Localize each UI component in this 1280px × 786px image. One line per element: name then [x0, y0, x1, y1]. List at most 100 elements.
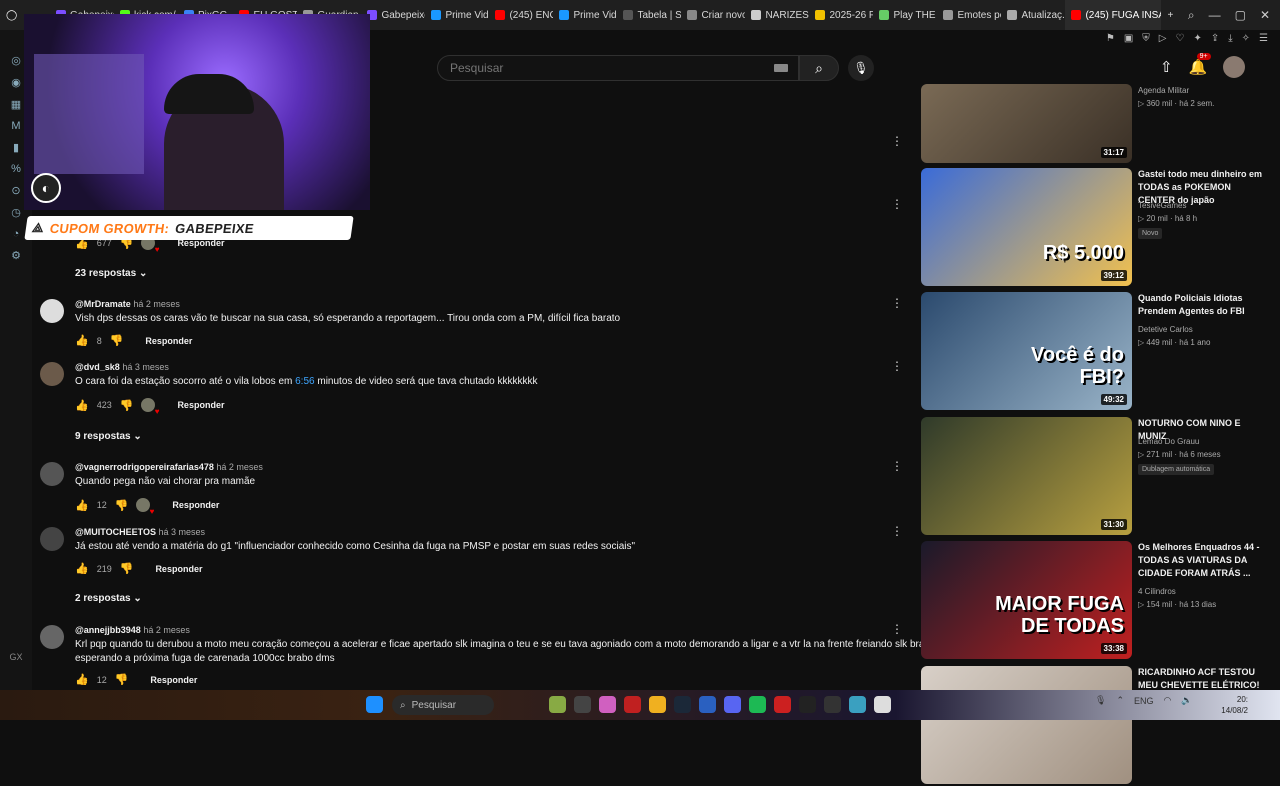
- channel-name[interactable]: TesiveGames: [1138, 201, 1186, 210]
- dislike-icon[interactable]: 👎: [115, 499, 129, 512]
- avatar[interactable]: [40, 362, 64, 386]
- download-icon[interactable]: ⤓: [1228, 33, 1232, 44]
- opera-icon[interactable]: [624, 696, 641, 713]
- extensions-icon[interactable]: ✦: [1193, 33, 1201, 44]
- steam-icon[interactable]: [674, 696, 691, 713]
- comment-time[interactable]: há 2 meses: [216, 462, 263, 472]
- chrome-icon[interactable]: [874, 696, 891, 713]
- obs-icon[interactable]: [824, 696, 841, 713]
- chevron-up-icon[interactable]: ⌃: [1116, 695, 1124, 706]
- more-options-icon[interactable]: ⋮: [891, 524, 903, 538]
- reply-button[interactable]: Responder: [155, 564, 202, 574]
- like-icon[interactable]: 👍: [75, 399, 89, 412]
- replies-toggle[interactable]: 23 respostas ⌄: [75, 268, 147, 279]
- browser-tab[interactable]: Emotes pc: [937, 0, 1001, 30]
- ai-icon[interactable]: ✧: [1242, 33, 1250, 44]
- menu-icon[interactable]: ☰: [1259, 33, 1268, 44]
- twitch-icon[interactable]: ▮: [13, 141, 19, 154]
- channel-name[interactable]: 4 Cilindros: [1138, 587, 1176, 596]
- sidebar-app-icon[interactable]: ◉: [11, 76, 21, 89]
- share-icon[interactable]: ⇪: [1211, 33, 1219, 44]
- taskbar-app-icon[interactable]: [849, 696, 866, 713]
- wifi-icon[interactable]: ◠: [1164, 695, 1172, 706]
- taskbar-clock[interactable]: 20: 14/08/2: [1208, 694, 1248, 716]
- like-icon[interactable]: 👍: [75, 562, 89, 575]
- spotify-icon[interactable]: [749, 696, 766, 713]
- close-icon[interactable]: ✕: [1260, 8, 1270, 23]
- video-thumbnail[interactable]: MAIOR FUGA DE TODAS 33:38: [921, 541, 1132, 659]
- comment-time[interactable]: há 2 meses: [143, 625, 190, 635]
- taskbar-app-icon[interactable]: [549, 696, 566, 713]
- replies-toggle[interactable]: 9 respostas ⌄: [75, 431, 142, 442]
- shield-icon[interactable]: ⛨: [1142, 33, 1150, 44]
- like-icon[interactable]: 👍: [75, 499, 89, 512]
- taskbar-search[interactable]: ⌕ Pesquisar: [392, 695, 494, 715]
- video-thumbnail[interactable]: [921, 666, 1132, 784]
- notifications-icon[interactable]: 🔔 9+: [1189, 53, 1211, 76]
- avatar[interactable]: [40, 625, 64, 649]
- language-indicator[interactable]: ENG: [1134, 696, 1154, 706]
- start-icon[interactable]: [366, 696, 383, 713]
- sidebar-app-icon[interactable]: ▦: [11, 98, 21, 111]
- reply-button[interactable]: Responder: [150, 675, 197, 685]
- search-tabs-icon[interactable]: ⌕: [1188, 8, 1195, 23]
- video-thumbnail[interactable]: R$ 5.000 39:12: [921, 168, 1132, 286]
- comment-author[interactable]: @annejjbb3948: [75, 625, 141, 635]
- upload-icon[interactable]: ⇧: [1160, 58, 1173, 76]
- history-icon[interactable]: ◷: [11, 206, 21, 219]
- voice-search-button[interactable]: 🎙: [848, 55, 874, 81]
- avatar[interactable]: [40, 462, 64, 486]
- comment-author[interactable]: @vagnerrodrigopereirafarias478: [75, 462, 214, 472]
- video-card[interactable]: R$ 5.000 39:12 Gastei todo meu dinheiro em…: [921, 168, 1271, 288]
- more-options-icon[interactable]: ⋮: [891, 459, 903, 473]
- more-options-icon[interactable]: ⋮: [891, 622, 903, 636]
- reply-button[interactable]: Responder: [172, 500, 219, 510]
- reply-button[interactable]: Responder: [177, 400, 224, 410]
- video-card[interactable]: MAIOR FUGA DE TODAS 33:38 Os Melhores Enqu…: [921, 541, 1271, 661]
- account-avatar[interactable]: [1223, 56, 1246, 78]
- dislike-icon[interactable]: 👎: [120, 399, 134, 412]
- video-title[interactable]: Quando Policiais Idiotas Prendem Agentes…: [1138, 292, 1263, 318]
- comment-time[interactable]: há 3 meses: [158, 527, 205, 537]
- dislike-icon[interactable]: 👎: [115, 673, 129, 686]
- timestamp-link[interactable]: 6:56: [295, 376, 314, 387]
- reply-button[interactable]: Responder: [145, 336, 192, 346]
- avatar[interactable]: [40, 299, 64, 323]
- comment-time[interactable]: há 3 meses: [122, 362, 169, 372]
- video-title[interactable]: RICARDINHO ACF TESTOU MEU CHEVETTE ELÉTR…: [1138, 666, 1263, 692]
- video-thumbnail[interactable]: Você é do FBI? 49:32: [921, 292, 1132, 410]
- video-card[interactable]: RICARDINHO ACF TESTOU MEU CHEVETTE ELÉTR…: [921, 666, 1271, 786]
- sidebar-app-icon[interactable]: M: [11, 120, 20, 132]
- search-button[interactable]: ⌕: [799, 55, 839, 81]
- avatar[interactable]: [40, 527, 64, 551]
- comment-author[interactable]: @MrDramate: [75, 299, 131, 309]
- more-options-icon[interactable]: ⋮: [891, 359, 903, 373]
- like-icon[interactable]: 👍: [75, 334, 89, 347]
- maximize-icon[interactable]: ▢: [1235, 8, 1246, 23]
- video-card[interactable]: Você é do FBI? 49:32 Quando Policiais Idio…: [921, 292, 1271, 412]
- video-thumbnail[interactable]: 31:30: [921, 417, 1132, 535]
- like-icon[interactable]: 👍: [75, 673, 89, 686]
- discord-icon[interactable]: [724, 696, 741, 713]
- search-input[interactable]: [450, 61, 750, 75]
- keyboard-icon[interactable]: [774, 64, 788, 72]
- channel-name[interactable]: Agenda Militar: [1138, 86, 1189, 95]
- taskbar-app-icon[interactable]: [699, 696, 716, 713]
- play-icon[interactable]: ▷: [1159, 33, 1167, 44]
- dislike-icon[interactable]: 👎: [120, 562, 134, 575]
- taskbar-app-icon[interactable]: [774, 696, 791, 713]
- channel-name[interactable]: Lemao Do Grauu: [1138, 437, 1199, 446]
- more-options-icon[interactable]: ⋮: [891, 197, 903, 211]
- sidebar-app-icon[interactable]: %: [11, 163, 21, 175]
- more-options-icon[interactable]: ⋮: [891, 296, 903, 310]
- sidebar-app-icon[interactable]: ⊙: [11, 184, 20, 197]
- volume-icon[interactable]: 🔈: [1181, 695, 1192, 706]
- video-title[interactable]: Os Melhores Enquadros 44 - TODAS AS VIAT…: [1138, 541, 1263, 580]
- settings-icon[interactable]: ⚙: [11, 249, 21, 262]
- video-thumbnail[interactable]: 31:17: [921, 84, 1132, 163]
- more-options-icon[interactable]: ⋮: [891, 134, 903, 148]
- browser-tab[interactable]: Atualizaç...: [1001, 0, 1065, 30]
- sidebar-app-icon[interactable]: ◔: [13, 228, 20, 240]
- bookmark-icon[interactable]: ⚑: [1106, 33, 1115, 44]
- comment-author[interactable]: @MUITOCHEETOS: [75, 527, 156, 537]
